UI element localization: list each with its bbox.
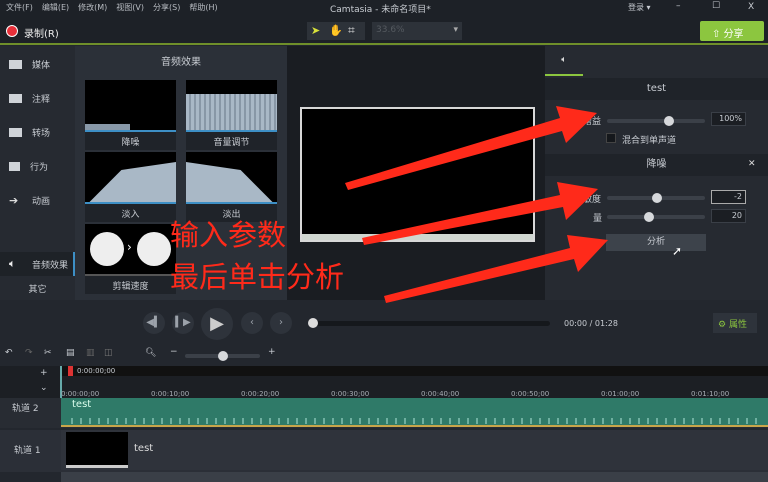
red-arrow: [384, 235, 608, 303]
annotation-line-1: 输入参数: [170, 218, 287, 252]
mouse-cursor-icon: ➚: [672, 244, 683, 258]
red-arrow: [362, 182, 598, 245]
annotation-line-2: 最后单击分析: [170, 260, 345, 294]
annotation-arrows: [345, 106, 608, 303]
red-arrow: [345, 106, 597, 190]
